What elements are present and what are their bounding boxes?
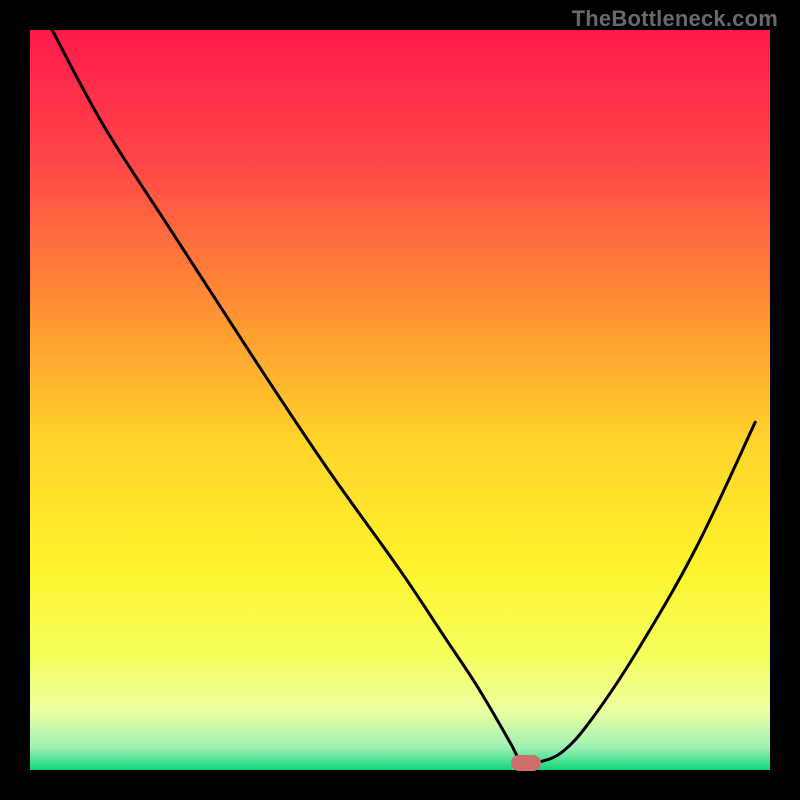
watermark-text: TheBottleneck.com	[572, 6, 778, 32]
gradient-background	[30, 30, 770, 770]
bottleneck-chart	[30, 30, 770, 770]
optimal-point-marker	[511, 755, 541, 771]
chart-frame: TheBottleneck.com	[0, 0, 800, 800]
